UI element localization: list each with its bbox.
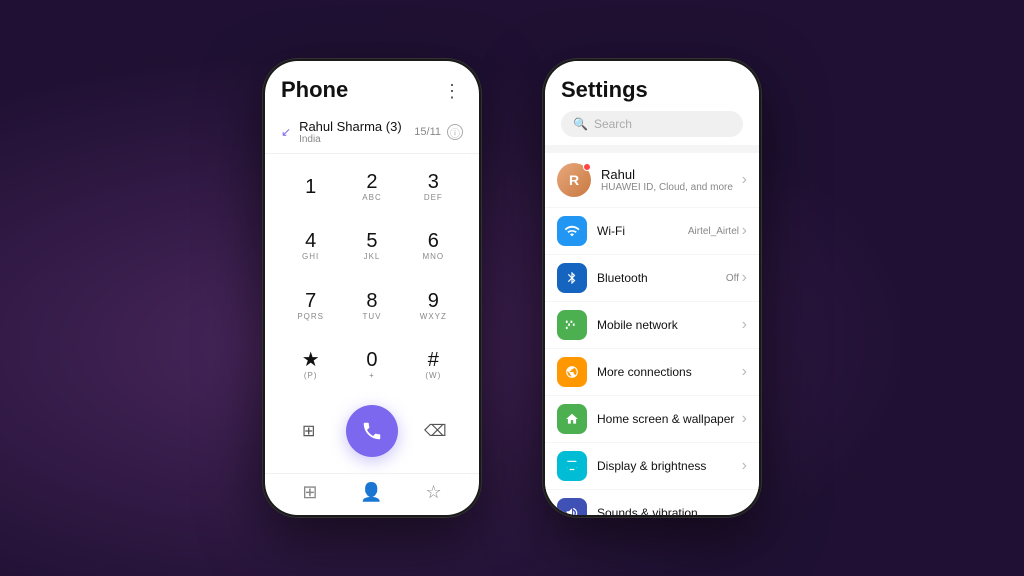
call-info: Rahul Sharma (3) India xyxy=(299,119,414,145)
settings-screen: Settings 🔍 Search R Rahul xyxy=(545,61,759,515)
connections-icon xyxy=(557,357,587,387)
dial-key-8[interactable]: 8 TUV xyxy=(342,277,401,334)
wifi-content: Wi-Fi xyxy=(597,224,688,238)
display-icon xyxy=(557,451,587,481)
display-content: Display & brightness xyxy=(597,459,747,473)
search-placeholder: Search xyxy=(594,117,632,131)
profile-info: Rahul HUAWEI ID, Cloud, and more xyxy=(601,167,733,193)
dial-key-4[interactable]: 4 GHI xyxy=(281,217,340,274)
settings-item-sound[interactable]: Sounds & vibration xyxy=(545,490,759,515)
dialer-screen: Phone ⋮ ↙ Rahul Sharma (3) India 15/11 ⓘ xyxy=(265,61,479,515)
avatar: R xyxy=(557,163,591,197)
connections-content: More connections xyxy=(597,365,747,379)
caller-country: India xyxy=(299,134,414,145)
sound-icon xyxy=(557,498,587,515)
keypad-toggle-button[interactable]: ⊞ xyxy=(291,413,327,449)
dial-key-1[interactable]: 1 xyxy=(281,158,340,215)
bluetooth-icon xyxy=(557,263,587,293)
dialer-nav: ⊞ 👤 ☆ xyxy=(265,473,479,515)
profile-name: Rahul xyxy=(601,167,733,182)
wifi-icon xyxy=(557,216,587,246)
mobile-icon xyxy=(557,310,587,340)
dialer-title: Phone xyxy=(281,77,348,103)
phone-dialer: Phone ⋮ ↙ Rahul Sharma (3) India 15/11 ⓘ xyxy=(262,58,482,518)
search-icon: 🔍 xyxy=(573,117,588,131)
settings-item-home[interactable]: Home screen & wallpaper xyxy=(545,396,759,442)
bluetooth-name: Bluetooth xyxy=(597,271,726,285)
profile-sub: HUAWEI ID, Cloud, and more xyxy=(601,182,733,193)
settings-item-bluetooth[interactable]: Bluetooth Off xyxy=(545,255,759,301)
bluetooth-content: Bluetooth xyxy=(597,271,726,285)
dial-key-hash[interactable]: # (W) xyxy=(404,336,463,393)
dialer-header: Phone ⋮ xyxy=(265,61,479,111)
call-button[interactable] xyxy=(346,405,398,457)
keypad-nav-icon[interactable]: ⊞ xyxy=(302,482,317,503)
wifi-value: Airtel_Airtel xyxy=(688,226,739,237)
connections-name: More connections xyxy=(597,365,747,379)
recent-call-item[interactable]: ↙ Rahul Sharma (3) India 15/11 ⓘ xyxy=(265,111,479,154)
mobile-content: Mobile network xyxy=(597,318,747,332)
dialer-actions: ⊞ ⌫ xyxy=(265,397,479,473)
dialpad: 1 2 ABC 3 DEF 4 GHI xyxy=(265,154,479,397)
phones-container: Phone ⋮ ↙ Rahul Sharma (3) India 15/11 ⓘ xyxy=(262,58,762,518)
dial-key-0[interactable]: 0 + xyxy=(342,336,401,393)
settings-item-display[interactable]: Display & brightness xyxy=(545,443,759,489)
home-icon xyxy=(557,404,587,434)
call-meta: 15/11 ⓘ xyxy=(414,124,463,140)
dial-key-6[interactable]: 6 MNO xyxy=(404,217,463,274)
sound-content: Sounds & vibration xyxy=(597,506,747,515)
caller-name: Rahul Sharma (3) xyxy=(299,119,414,134)
bluetooth-value: Off xyxy=(726,273,739,284)
home-name: Home screen & wallpaper xyxy=(597,412,747,426)
backspace-button[interactable]: ⌫ xyxy=(417,413,453,449)
wifi-name: Wi-Fi xyxy=(597,224,688,238)
search-bar[interactable]: 🔍 Search xyxy=(561,111,743,137)
contacts-nav-icon[interactable]: 👤 xyxy=(360,482,382,503)
notification-dot xyxy=(583,163,591,171)
favorites-nav-icon[interactable]: ☆ xyxy=(425,482,441,503)
display-name: Display & brightness xyxy=(597,459,747,473)
dial-key-9[interactable]: 9 WXYZ xyxy=(404,277,463,334)
dial-key-star[interactable]: ★ (P) xyxy=(281,336,340,393)
info-button[interactable]: ⓘ xyxy=(447,124,463,140)
sound-name: Sounds & vibration xyxy=(597,506,747,515)
settings-item-wifi[interactable]: Wi-Fi Airtel_Airtel xyxy=(545,208,759,254)
dial-key-5[interactable]: 5 JKL xyxy=(342,217,401,274)
profile-item[interactable]: R Rahul HUAWEI ID, Cloud, and more xyxy=(545,153,759,207)
mobile-name: Mobile network xyxy=(597,318,747,332)
dial-key-2[interactable]: 2 ABC xyxy=(342,158,401,215)
home-content: Home screen & wallpaper xyxy=(597,412,747,426)
phone-settings: Settings 🔍 Search R Rahul xyxy=(542,58,762,518)
call-count: 15/11 xyxy=(414,126,441,138)
settings-item-connections[interactable]: More connections xyxy=(545,349,759,395)
settings-header: Settings 🔍 Search xyxy=(545,61,759,145)
menu-dots-icon[interactable]: ⋮ xyxy=(443,81,463,102)
settings-item-mobile[interactable]: Mobile network xyxy=(545,302,759,348)
dial-key-3[interactable]: 3 DEF xyxy=(404,158,463,215)
dial-key-7[interactable]: 7 PQRS xyxy=(281,277,340,334)
missed-call-icon: ↙ xyxy=(281,125,291,139)
settings-title: Settings xyxy=(561,77,743,103)
settings-list: R Rahul HUAWEI ID, Cloud, and more xyxy=(545,145,759,515)
